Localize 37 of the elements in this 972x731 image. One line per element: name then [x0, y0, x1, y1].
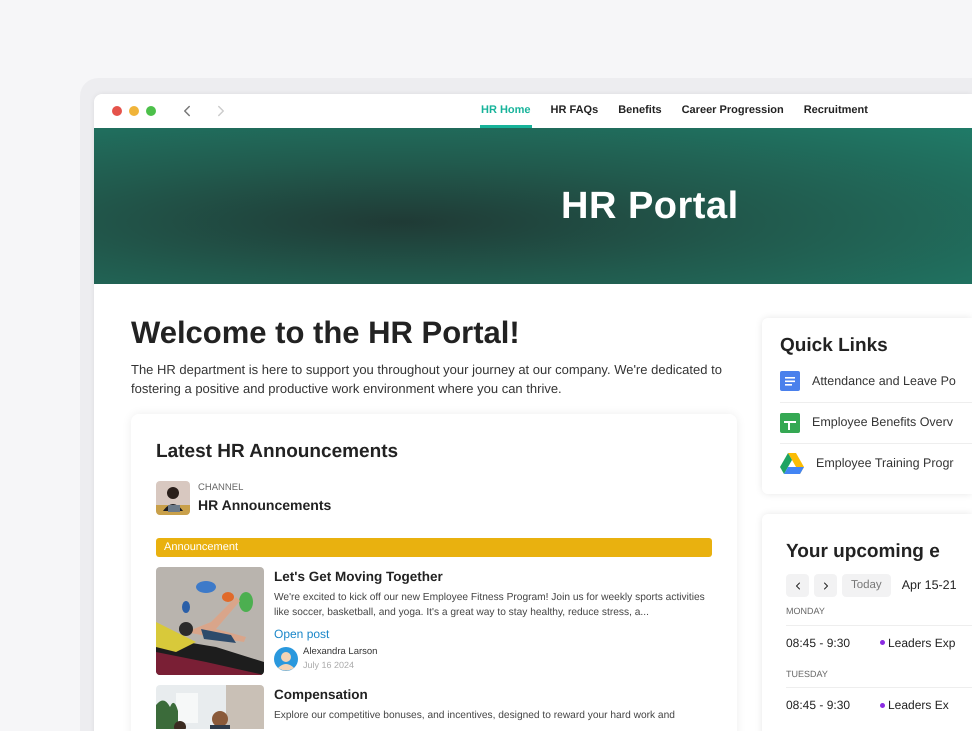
quick-link[interactable]: Employee Benefits Overv	[780, 402, 972, 442]
day-label: TUESDAY	[786, 668, 972, 688]
post-excerpt: Explore our competitive bonuses, and incentives, designed to reward your hard work and	[274, 709, 676, 723]
post-title: Compensation	[274, 686, 369, 704]
channel-name: HR Announcements	[198, 496, 332, 515]
spreadsheet-icon	[780, 412, 800, 432]
event-time: 08:45 - 9:30	[786, 697, 852, 714]
quick-link[interactable]: Employee Training Progr	[780, 442, 972, 484]
avatar-icon	[274, 646, 298, 671]
today-button[interactable]: Today	[842, 574, 891, 597]
previous-button[interactable]	[786, 574, 809, 597]
author-name: Alexandra Larson	[303, 645, 378, 659]
welcome-heading: Welcome to the HR Portal!	[131, 314, 521, 352]
nav-tab[interactable]: Career Progression	[680, 94, 785, 128]
next-button[interactable]	[814, 574, 837, 597]
post-excerpt: We're excited to kick off our new Employee Fitness Program! Join us for weekly sports activities like soccer, basketball, and yoga. It's a great way to stay healthy, reduce stress, a...	[274, 591, 706, 620]
section-heading: Latest HR Announcements	[156, 440, 400, 464]
nav-tab[interactable]: Recruitment	[802, 94, 869, 128]
banner-title: HR Portal	[561, 184, 739, 228]
channel-label: CHANNEL	[198, 480, 244, 494]
post-title: Let's Get Moving Together	[274, 568, 444, 586]
document-icon	[780, 371, 800, 391]
triangle-icon	[780, 453, 804, 474]
event-title[interactable]: Leaders Ex	[888, 696, 949, 714]
quick-link[interactable]: Attendance and Leave Po	[780, 360, 972, 402]
welcome-text: The HR department is here to support you throughout your journey at our company. We're dedicated to fostering a positive and productive work environment where you can thrive.	[131, 361, 723, 398]
event-title[interactable]: Leaders Exp	[888, 634, 956, 652]
day-label: MONDAY	[786, 605, 972, 626]
event-time: 08:45 - 9:30	[786, 634, 852, 652]
post-date: July 16 2024	[303, 659, 356, 672]
date-range: Apr 15-21	[902, 577, 957, 594]
nav-tab[interactable]: HR FAQs	[550, 94, 600, 128]
nav-tab[interactable]: Benefits	[617, 94, 663, 128]
section-heading: Your upcoming e	[786, 540, 941, 564]
announcement-tag: Announcement	[156, 538, 712, 557]
section-heading: Quick Links	[780, 334, 889, 358]
open-post-link[interactable]: Open post	[274, 625, 330, 643]
